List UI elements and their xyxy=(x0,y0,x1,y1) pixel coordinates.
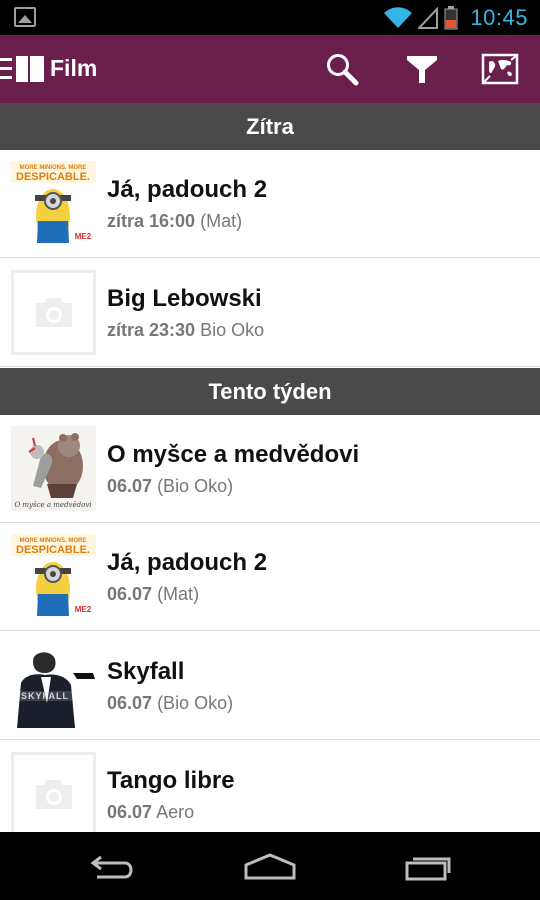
movie-showtime: zítra 16:00 (Mat) xyxy=(107,211,242,232)
status-time: 10:45 xyxy=(470,4,528,30)
back-button[interactable] xyxy=(82,848,142,884)
svg-text:DESPICABLE.: DESPICABLE. xyxy=(16,171,90,183)
showtime-venue: (Bio Oko) xyxy=(157,693,234,713)
ernest-celestine-poster: O myšce a medvědovi xyxy=(11,426,96,511)
navigation-bar xyxy=(0,832,540,900)
showtime-when: zítra 23:30 xyxy=(107,320,196,340)
page-title: Film xyxy=(50,55,98,81)
svg-text:SKYFALL: SKYFALL xyxy=(21,691,69,701)
svg-text:O myšce a medvědovi: O myšce a medvědovi xyxy=(14,501,91,509)
list-item[interactable]: MORE MINIONS. MORE DESPICABLE. ME2 Já, p… xyxy=(0,150,540,258)
recent-apps-icon xyxy=(405,857,451,881)
showtime-when: 06.07 xyxy=(107,802,153,822)
movie-showtime: zítra 23:30 Bio Oko xyxy=(107,320,264,341)
despicable-me-2-poster: MORE MINIONS. MORE DESPICABLE. ME2 xyxy=(11,161,96,246)
placeholder-poster xyxy=(11,270,96,355)
showtime-when: zítra 16:00 xyxy=(107,211,196,231)
movie-title: Skyfall xyxy=(107,658,185,685)
recent-apps-button[interactable] xyxy=(398,848,458,884)
home-button[interactable] xyxy=(240,848,300,884)
showtime-venue: Aero xyxy=(156,802,195,822)
map-button[interactable] xyxy=(480,49,520,89)
filter-button[interactable] xyxy=(402,49,442,89)
search-icon xyxy=(327,54,359,86)
list-item[interactable]: O myšce a medvědovi O myšce a medvědovi … xyxy=(0,415,540,523)
showtime-when: 06.07 xyxy=(107,476,153,496)
movie-showtime: 06.07 (Bio Oko) xyxy=(107,476,233,497)
movie-title: Tango libre xyxy=(107,767,235,794)
showtime-venue: Bio Oko xyxy=(200,320,265,340)
showtime-venue: (Mat) xyxy=(200,211,243,231)
drawer-menu-icon xyxy=(0,56,44,82)
image-notification-icon xyxy=(14,7,36,27)
signal-icon xyxy=(418,6,439,29)
section-header-this-week: Tento týden xyxy=(0,368,540,415)
section-header-tomorrow: Zítra xyxy=(0,103,540,150)
list-item[interactable]: SKYFALL Skyfall 06.07 (Bio Oko) xyxy=(0,632,540,740)
back-icon xyxy=(90,855,133,879)
placeholder-camera-icon xyxy=(36,298,72,327)
search-button[interactable] xyxy=(322,49,362,89)
movie-title: Já, padouch 2 xyxy=(107,549,268,576)
showtime-venue: (Bio Oko) xyxy=(157,476,234,496)
section-header-label: Tento týden xyxy=(208,378,332,404)
action-bar: Film xyxy=(0,35,540,103)
list-item[interactable]: MORE MINIONS. MORE DESPICABLE. ME2 Já, p… xyxy=(0,523,540,631)
home-icon xyxy=(244,853,296,880)
movie-title: Já, padouch 2 xyxy=(107,176,268,203)
section-header-label: Zítra xyxy=(246,113,294,139)
movie-title: O myšce a medvědovi xyxy=(107,441,360,468)
status-icons: 10:45 xyxy=(384,4,528,31)
showtime-when: 06.07 xyxy=(107,693,153,713)
drawer-toggle[interactable] xyxy=(0,53,46,85)
wifi-icon xyxy=(384,6,413,28)
movie-showtime: 06.07 Aero xyxy=(107,802,194,823)
movie-showtime: 06.07 (Mat) xyxy=(107,584,199,605)
showtime-when: 06.07 xyxy=(107,584,153,604)
status-bar: 10:45 xyxy=(0,0,540,35)
placeholder-camera-icon xyxy=(36,780,72,809)
list-item[interactable]: Big Lebowski zítra 23:30 Bio Oko xyxy=(0,259,540,367)
battery-icon xyxy=(444,5,458,29)
movie-title: Big Lebowski xyxy=(107,285,262,312)
placeholder-poster xyxy=(11,752,96,837)
skyfall-poster: SKYFALL xyxy=(11,643,96,728)
despicable-me-2-poster: MORE MINIONS. MORE DESPICABLE. ME2 xyxy=(11,534,96,619)
showtime-venue: (Mat) xyxy=(157,584,200,604)
svg-text:ME2: ME2 xyxy=(75,605,92,614)
svg-text:ME2: ME2 xyxy=(75,232,92,241)
map-icon xyxy=(481,53,519,85)
svg-text:DESPICABLE.: DESPICABLE. xyxy=(16,544,90,556)
movie-showtime: 06.07 (Bio Oko) xyxy=(107,693,233,714)
filter-icon xyxy=(407,56,437,83)
